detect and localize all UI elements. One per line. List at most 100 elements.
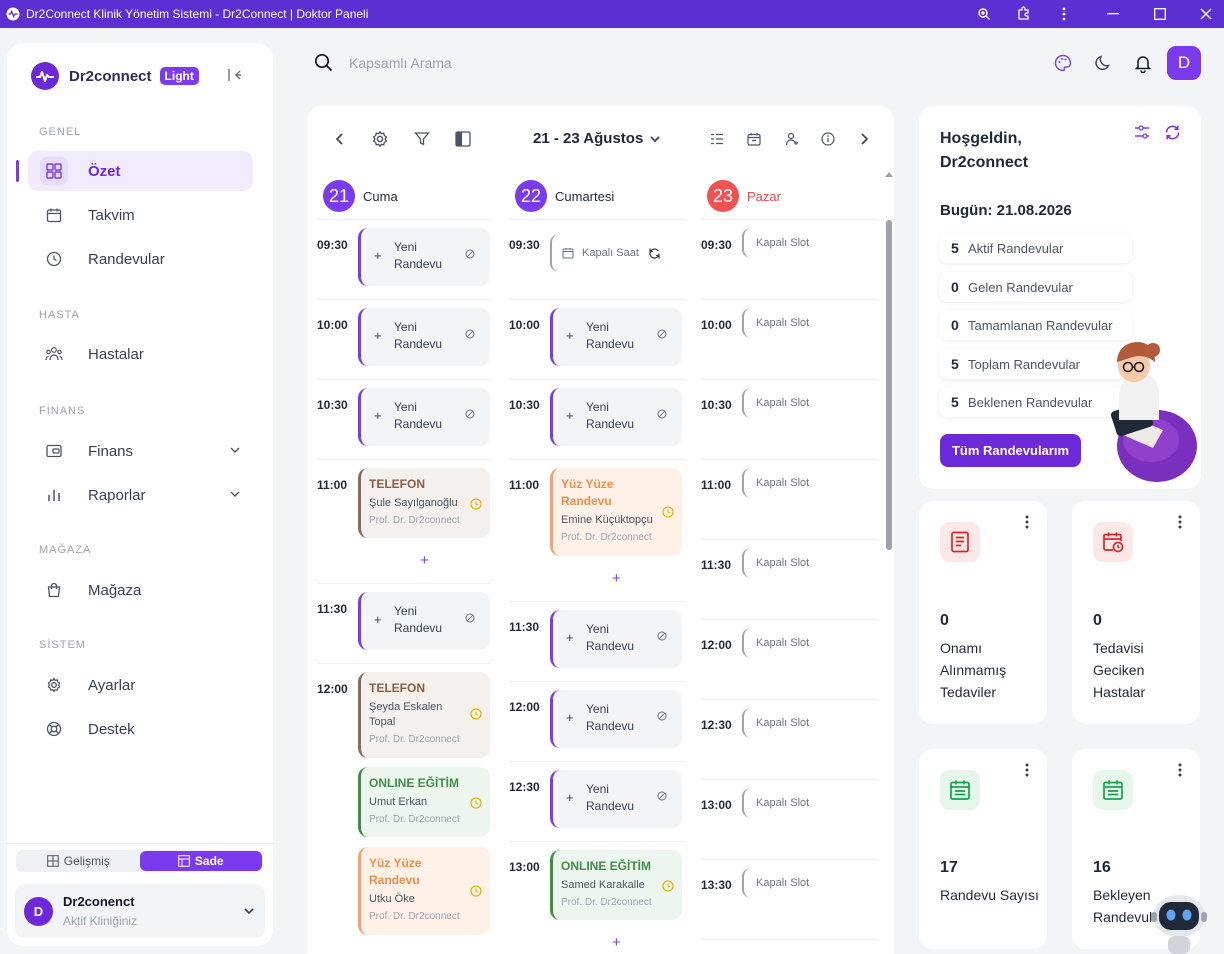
new-appointment-slot[interactable]: + Yeni Randevu [358,228,490,286]
mode-advanced-button[interactable]: Gelişmiş [17,851,140,871]
users-icon [40,340,68,368]
day-header-saturday: 22 Cumartesi [515,180,614,212]
brand[interactable]: Dr2connect Light [31,62,199,90]
settings-icon[interactable] [371,130,389,148]
slot-divider [701,699,877,700]
new-appointment-slot[interactable]: + Yeni Randevu [358,308,490,366]
sidebar-item-raporlar[interactable]: Raporlar [28,475,253,515]
more-vert-icon[interactable] [1025,515,1029,529]
clock-icon [470,885,482,897]
new-appointment-slot[interactable]: + Yeni Randevu [358,592,490,650]
stat-value: 5 [951,356,959,372]
filter-icon[interactable] [413,130,431,148]
stat-card-delayed[interactable]: 0 Tedavisi Geciken Hastalar [1072,501,1200,724]
sidebar-item-destek[interactable]: Destek [28,709,253,749]
chevron-down-icon [229,487,241,505]
sidebar-item-magaza[interactable]: Mağaza [28,570,253,610]
moon-icon[interactable] [1093,53,1113,73]
maximize-icon[interactable] [1145,0,1175,28]
clock-icon [470,797,482,809]
closed-slot[interactable]: Kapalı Slot [742,868,877,898]
calendar-clock-icon [1093,522,1133,562]
closed-slot[interactable]: Kapalı Slot [742,228,877,258]
chevron-right-icon[interactable] [855,130,873,148]
all-appointments-button[interactable]: Tüm Randevularım [940,434,1081,467]
closed-slot-label: Kapalı Slot [756,397,810,409]
closed-hour-slot[interactable]: Kapalı Saat [550,234,685,272]
clinic-switcher[interactable]: D Dr2conenct Aktif Kliniğiniz [15,884,265,938]
user-avatar[interactable]: D [1167,46,1201,80]
stat-card-appointments[interactable]: 17 Randevu Sayısı [919,749,1047,949]
search-input[interactable]: Kapsamlı Arama [349,55,452,71]
sliders-icon[interactable] [1134,125,1150,144]
slot-divider [701,459,877,460]
new-appointment-slot[interactable]: + Yeni Randevu [550,690,682,748]
appointment-card[interactable]: Yüz Yüze Randevu Utku Öke Prof. Dr. Dr2c… [358,847,490,935]
new-appointment-slot[interactable]: + Yeni Randevu [550,770,682,828]
closed-slot[interactable]: Kapalı Slot [742,468,877,498]
minimize-icon[interactable] [1098,0,1128,28]
add-slot-button[interactable]: + [612,570,621,587]
mode-simple-button[interactable]: Sade [139,851,262,871]
sidebar-item-finans[interactable]: Finans [28,431,253,471]
more-vert-icon[interactable] [1049,0,1079,28]
panel-layout-icon[interactable] [454,130,472,148]
sidebar-item-ayarlar[interactable]: Ayarlar [28,665,253,705]
extensions-icon[interactable] [1009,0,1039,28]
scroll-up-arrow[interactable] [885,172,893,177]
closed-hour-label: Kapalı Saat [582,247,639,259]
slot-divider [509,299,685,300]
greeting: Hoşgeldin, [940,130,1022,147]
sidebar-item-hastalar[interactable]: Hastalar [28,334,253,374]
refresh-icon[interactable] [1164,124,1181,146]
calendar-view-icon[interactable] [745,130,763,148]
appointment-card[interactable]: TELEFON Şule Sayılganoğlu Prof. Dr. Dr2c… [358,468,490,538]
appointment-card[interactable]: ONLINE EĞİTİM Samed Karakalle Prof. Dr. … [550,850,682,920]
chevron-left-icon[interactable] [331,130,349,148]
search-icon[interactable] [314,53,333,77]
zoom-icon[interactable] [969,0,999,28]
close-icon[interactable] [1191,0,1221,28]
divider [7,843,273,844]
more-vert-icon[interactable] [1178,515,1182,529]
sidebar: Dr2connect Light GENEL Özet Takvim Rande… [7,43,273,946]
refresh-icon[interactable] [648,247,661,260]
plus-icon: + [566,408,574,423]
closed-slot[interactable]: Kapalı Slot [742,548,877,578]
new-appointment-slot[interactable]: + Yeni Randevu [358,388,490,446]
new-appointment-slot[interactable]: + Yeni Randevu [550,610,682,668]
sidebar-item-takvim[interactable]: Takvim [28,195,253,235]
slot-divider [701,219,877,220]
more-vert-icon[interactable] [1178,763,1182,777]
scrollbar-thumb[interactable] [886,220,892,550]
info-icon[interactable] [819,130,837,148]
new-appointment-slot[interactable]: + Yeni Randevu [550,388,682,446]
assistant-robot-icon[interactable] [1150,888,1208,954]
bell-icon[interactable] [1133,53,1153,73]
slot-divider [317,219,491,220]
add-slot-button[interactable]: + [612,934,621,951]
more-vert-icon[interactable] [1025,763,1029,777]
closed-slot[interactable]: Kapalı Slot [742,628,877,658]
stat-card-consent[interactable]: 0 Onamı Alınmamış Tedaviler [919,501,1047,724]
sidebar-item-ozet[interactable]: Özet [28,151,253,191]
sidebar-item-randevular[interactable]: Randevular [28,239,253,279]
palette-icon[interactable] [1053,53,1073,73]
list-view-icon[interactable] [708,130,726,148]
brand-name: Dr2connect [69,67,152,85]
time-label: 10:30 [317,398,348,412]
closed-slot[interactable]: Kapalı Slot [742,308,877,338]
closed-slot[interactable]: Kapalı Slot [742,388,877,418]
date-range-picker[interactable]: 21 - 23 Ağustos [533,130,661,147]
add-slot-button[interactable]: + [420,552,429,569]
stat-value: 5 [951,394,959,410]
add-user-icon[interactable] [783,130,801,148]
collapse-sidebar-icon[interactable] [227,67,243,88]
appointment-card[interactable]: ONLINE EĞİTİM Umut Erkan Prof. Dr. Dr2co… [358,767,490,837]
new-appointment-slot[interactable]: + Yeni Randevu [550,308,682,366]
closed-slot[interactable]: Kapalı Slot [742,708,877,738]
appointment-card[interactable]: TELEFON Şeyda Eskalen Topal Prof. Dr. Dr… [358,672,490,758]
appointment-card[interactable]: Yüz Yüze Randevu Emine Küçüktopçu Prof. … [550,468,682,556]
closed-slot[interactable]: Kapalı Slot [742,788,877,818]
stat-value: 17 [940,859,958,876]
